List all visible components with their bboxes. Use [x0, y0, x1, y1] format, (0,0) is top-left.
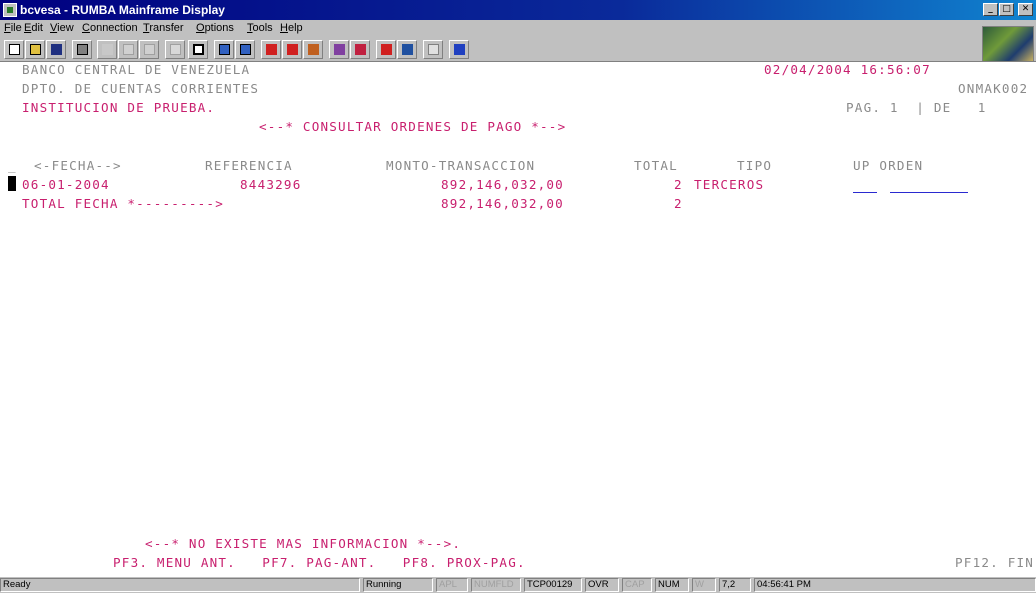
rumba-logo	[982, 26, 1034, 62]
status-numfld: NUMFLD	[471, 578, 521, 592]
header-fecha: <-FECHA-->	[34, 158, 122, 173]
menu-view[interactable]: View	[50, 22, 74, 34]
row-referencia: 8443296	[240, 177, 302, 192]
new-icon[interactable]	[4, 40, 24, 59]
hotspot-icon[interactable]	[329, 40, 349, 59]
menu-help[interactable]: Help	[280, 22, 303, 34]
status-position: 7,2	[719, 578, 751, 592]
undo-icon[interactable]	[165, 40, 185, 59]
paste-icon[interactable]	[139, 40, 159, 59]
menu-connection[interactable]: Connection	[82, 22, 138, 34]
row-total: 2	[674, 177, 683, 192]
no-more-info: <--* NO EXISTE MAS INFORMACION *-->.	[145, 536, 462, 551]
status-ovr: OVR	[585, 578, 619, 592]
open-icon[interactable]	[25, 40, 45, 59]
page-indicator: PAG. 1 | DE 1	[846, 100, 987, 115]
header-total: TOTAL	[634, 158, 678, 173]
minimize-button[interactable]: _	[983, 3, 998, 16]
status-cap: CAP	[622, 578, 652, 592]
menu-file[interactable]: File	[4, 22, 22, 34]
save-icon[interactable]	[46, 40, 66, 59]
macro-icon[interactable]	[303, 40, 323, 59]
copy-icon[interactable]	[118, 40, 138, 59]
status-w: W	[692, 578, 716, 592]
up-input[interactable]	[853, 192, 877, 193]
toolbar	[0, 38, 1036, 62]
connect-icon[interactable]	[214, 40, 234, 59]
institution: INSTITUCION DE PRUEBA.	[22, 100, 216, 115]
row-tipo: TERCEROS	[694, 177, 765, 192]
maximize-button[interactable]: □	[999, 3, 1014, 16]
terminal-screen[interactable]: BANCO CENTRAL DE VENEZUELA 02/04/2004 16…	[0, 62, 1036, 577]
menu-bar: File Edit View Connection Transfer Optio…	[0, 20, 1036, 38]
keyboard-icon[interactable]	[376, 40, 396, 59]
status-apl: APL	[436, 578, 468, 592]
orden-input[interactable]	[890, 192, 968, 193]
total-fecha-label: TOTAL FECHA *--------->	[22, 196, 224, 211]
bank-name: BANCO CENTRAL DE VENEZUELA	[22, 62, 251, 77]
total-monto: 892,146,032,00	[441, 196, 564, 211]
pf12-key: PF12. FIN	[955, 555, 1035, 570]
header-up-orden: UP ORDEN	[853, 158, 924, 173]
text-icon[interactable]	[423, 40, 443, 59]
pf-keys: PF3. MENU ANT. PF7. PAG-ANT. PF8. PROX-P…	[113, 555, 526, 570]
row-monto: 892,146,032,00	[441, 177, 564, 192]
help-icon[interactable]	[449, 40, 469, 59]
date-time: 02/04/2004 16:56:07	[764, 62, 931, 77]
header-referencia: REFERENCIA	[205, 158, 293, 173]
tree-icon[interactable]	[188, 40, 208, 59]
status-bar: Ready Running APL NUMFLD TCP00129 OVR CA…	[0, 577, 1036, 593]
menu-edit[interactable]: Edit	[24, 22, 43, 34]
status-mode: Running	[363, 578, 433, 592]
menu-tools[interactable]: Tools	[247, 22, 273, 34]
row-marker: _	[8, 158, 17, 173]
department: DPTO. DE CUENTAS CORRIENTES	[22, 81, 260, 96]
cut-icon[interactable]	[97, 40, 117, 59]
header-monto: MONTO-TRANSACCION	[386, 158, 536, 173]
status-session: TCP00129	[524, 578, 582, 592]
header-tipo: TIPO	[737, 158, 773, 173]
title-bar[interactable]: bcvesa - RUMBA Mainframe Display _ □ ✕	[0, 0, 1036, 20]
cursor	[8, 176, 16, 191]
status-ready: Ready	[0, 578, 360, 592]
close-button[interactable]: ✕	[1018, 3, 1033, 16]
transfer-up-icon[interactable]	[261, 40, 281, 59]
settings-icon[interactable]	[350, 40, 370, 59]
menu-transfer[interactable]: Transfer	[143, 22, 184, 34]
monitor-icon[interactable]	[397, 40, 417, 59]
status-time: 04:56:41 PM	[754, 578, 1036, 592]
app-icon[interactable]	[3, 3, 17, 17]
row-fecha: 06-01-2004	[22, 177, 110, 192]
window-title: bcvesa - RUMBA Mainframe Display	[20, 3, 225, 17]
total-count: 2	[674, 196, 683, 211]
transfer-down-icon[interactable]	[282, 40, 302, 59]
screen-id: ONMAK002	[958, 81, 1029, 96]
print-icon[interactable]	[72, 40, 92, 59]
status-num: NUM	[655, 578, 689, 592]
screen-title: <--* CONSULTAR ORDENES DE PAGO *-->	[259, 119, 567, 134]
menu-options[interactable]: Options	[196, 22, 234, 34]
disconnect-icon[interactable]	[235, 40, 255, 59]
